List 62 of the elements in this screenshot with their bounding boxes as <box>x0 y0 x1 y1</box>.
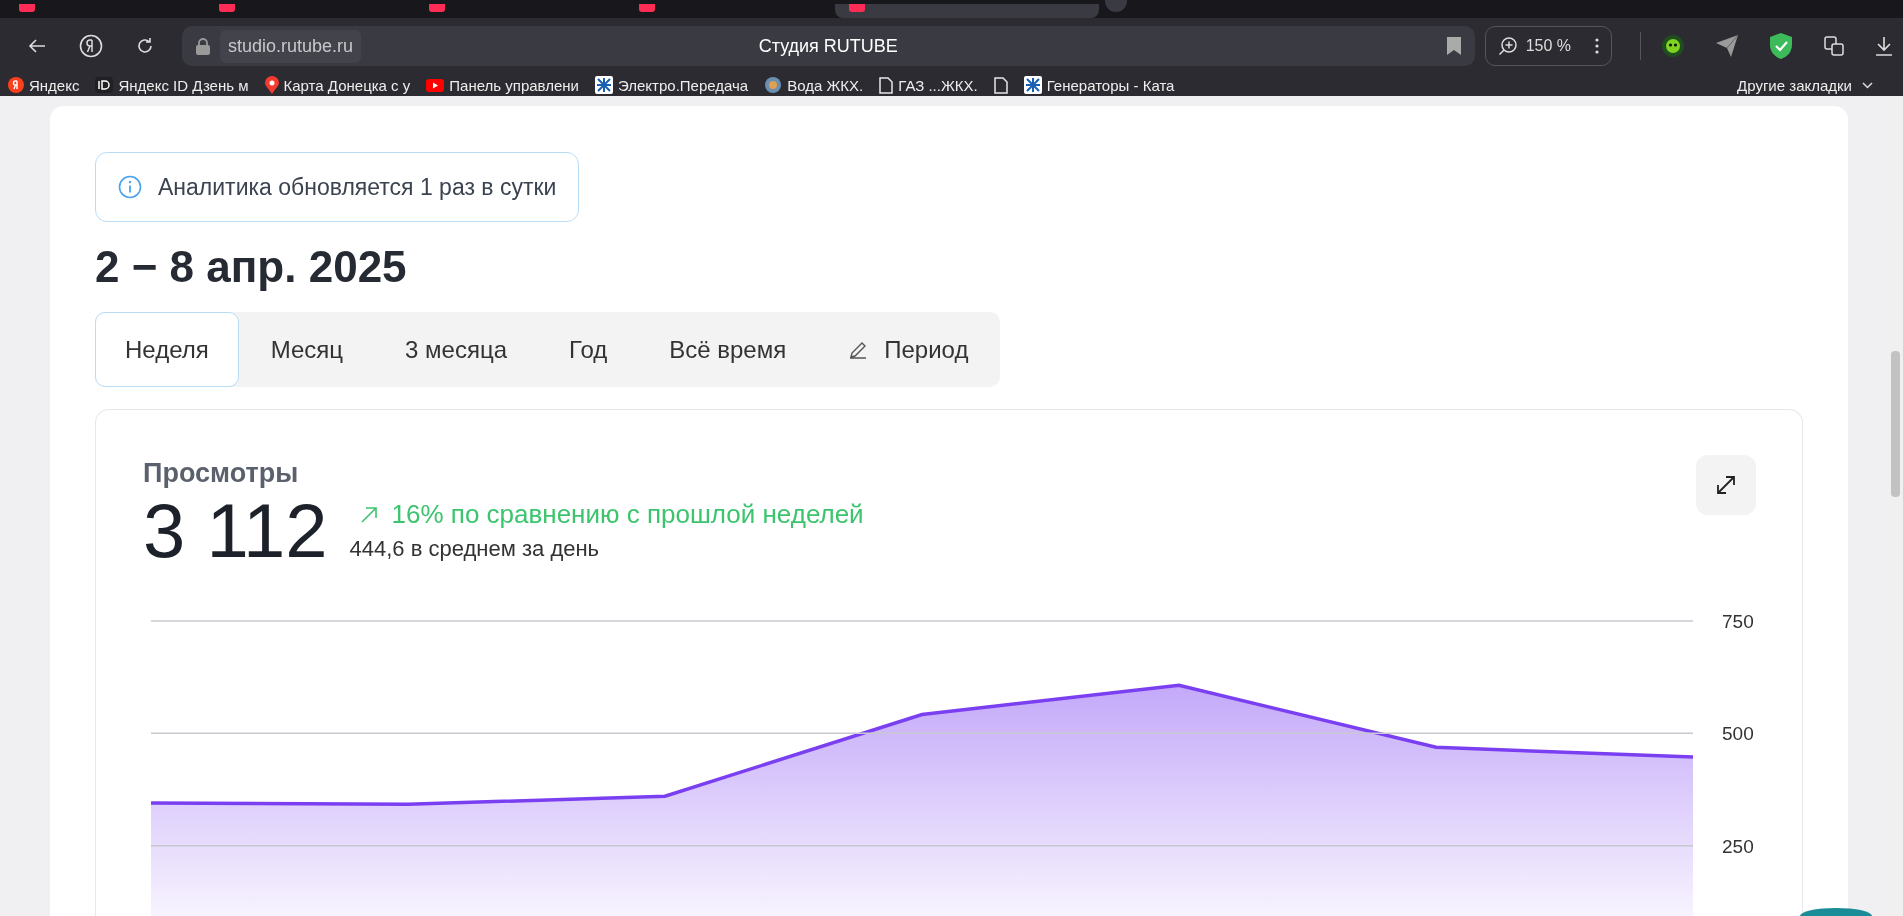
arrow-up-right-icon <box>359 505 378 524</box>
lock-icon <box>196 37 210 55</box>
zoom-in-icon <box>1497 36 1518 56</box>
floating-round-button[interactable] <box>1800 908 1872 916</box>
bookmark[interactable]: ГАЗ ...ЖКХ. <box>879 76 978 94</box>
logo-icon <box>1023 76 1042 94</box>
bookmark[interactable]: Электро.Передача <box>595 76 749 94</box>
tab-favicon-icon <box>639 4 655 12</box>
page-icon <box>879 76 894 94</box>
letter-circle-icon[interactable] <box>79 34 103 58</box>
tab-favicon-icon <box>849 4 865 12</box>
page-title: Студия RUTUBE <box>758 35 898 56</box>
period-tab[interactable]: Всё время <box>639 312 817 387</box>
logo-icon <box>595 76 613 94</box>
expand-icon <box>1715 474 1737 496</box>
bookmark[interactable]: Вода ЖКХ. <box>764 76 864 94</box>
tab-favicon-icon <box>219 4 235 12</box>
period-heading: 2 − 8 апр. 2025 <box>95 242 408 292</box>
period-tab[interactable]: Неделя <box>95 312 239 387</box>
bookmark[interactable]: Яндекс <box>8 76 80 94</box>
bookmark[interactable] <box>993 76 1008 94</box>
axis-label: 750 <box>1722 611 1754 632</box>
kebab-menu-icon[interactable] <box>1595 38 1599 54</box>
period-tab[interactable]: Период <box>818 312 999 387</box>
metric-title: Просмотры <box>143 458 299 489</box>
average-text: 444,6 в среднем за день <box>349 536 601 562</box>
paper-plane-icon[interactable] <box>1715 34 1739 58</box>
bookmark[interactable]: Карта Донецка с у <box>264 76 411 94</box>
play-icon <box>426 78 445 92</box>
info-icon <box>118 175 142 199</box>
letter-circle-icon <box>8 77 24 93</box>
tab-favicon-icon <box>429 4 445 12</box>
bookmark[interactable]: Панель управлени <box>426 76 579 94</box>
id-badge-icon <box>95 77 114 93</box>
address-bar[interactable]: studio.rutube.ru Студия RUTUBE <box>182 26 1475 66</box>
info-text: Аналитика обновляется 1 раз в сутки <box>158 173 557 201</box>
chevron-down-icon[interactable] <box>1862 81 1873 89</box>
page-icon <box>993 76 1008 94</box>
metric-value: 3 112 <box>143 493 328 569</box>
download-icon[interactable] <box>1875 36 1893 56</box>
check-shield-icon[interactable] <box>1769 33 1793 59</box>
period-tab[interactable]: Год <box>539 312 638 387</box>
reload-icon[interactable] <box>135 36 155 56</box>
puzzle-icon[interactable] <box>1823 35 1845 57</box>
period-tab[interactable]: Месяц <box>240 312 374 387</box>
bug-shield-icon[interactable] <box>1661 34 1685 58</box>
globe-icon <box>764 76 783 94</box>
axis-label: 250 <box>1722 835 1754 857</box>
bookmark-icon[interactable] <box>1446 37 1461 55</box>
bookmark[interactable]: Генераторы - Ката <box>1023 76 1175 94</box>
scrollbar-thumb[interactable] <box>1891 351 1900 497</box>
axis-label: 500 <box>1722 723 1754 745</box>
browser-tab[interactable] <box>835 4 1099 18</box>
change-text: 16% по сравнению с прошлой неделей <box>391 499 864 530</box>
map-pin-icon <box>264 76 279 94</box>
back-arrow-icon[interactable] <box>28 38 46 54</box>
period-tab[interactable]: 3 месяца <box>375 312 538 387</box>
bookmark[interactable]: Яндекс ID Дзень м <box>95 76 249 94</box>
tab-favicon-icon <box>19 4 35 12</box>
zoom-control[interactable]: 150 % <box>1484 26 1612 66</box>
other-bookmarks-button[interactable]: Другие закладки <box>1737 76 1852 94</box>
expand-button[interactable] <box>1696 455 1756 515</box>
